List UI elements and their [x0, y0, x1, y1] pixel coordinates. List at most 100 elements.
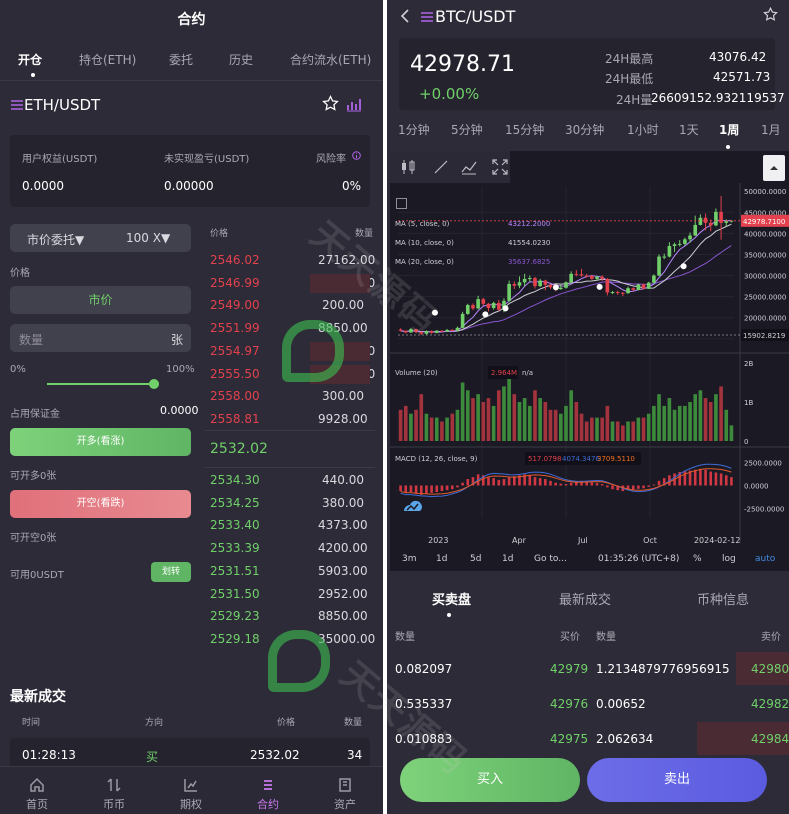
book-tab-orderbook[interactable]: 买卖盘 — [432, 589, 471, 608]
volume-bar — [703, 398, 708, 441]
tab-orders[interactable]: 委托 — [169, 51, 193, 68]
candle-body — [559, 287, 563, 290]
quantity-field[interactable]: 数量 张 — [10, 324, 191, 352]
ask-price[interactable]: 2555.50 — [210, 367, 260, 381]
candle-body — [708, 222, 713, 226]
chart-toolbar-item[interactable]: Go to... — [534, 554, 567, 564]
ask-price[interactable]: 2554.97 — [210, 344, 260, 358]
leverage-slider[interactable] — [47, 383, 155, 385]
ask-price[interactable]: 2558.81 — [210, 412, 260, 426]
nav-options[interactable]: 期权 — [166, 767, 216, 814]
interval-tab[interactable]: 1天 — [679, 121, 699, 138]
candle-body — [522, 278, 527, 283]
ask-price[interactable]: 2546.02 — [210, 253, 260, 267]
chart-area[interactable]: 50000.0000 45000.0000 40000.0000 35000.0000… — [390, 151, 789, 571]
legend-collapse-icon[interactable] — [396, 198, 407, 209]
bid-price[interactable]: 2531.50 — [210, 587, 260, 601]
chart-toolbar-item[interactable]: log — [722, 554, 736, 564]
chart-toolbar-item[interactable]: 5d — [470, 554, 481, 564]
chart-toolbar-item[interactable]: % — [693, 554, 702, 564]
volume-bar — [533, 390, 537, 441]
ma5-value: 43212.2000 — [508, 220, 551, 228]
options-icon — [184, 779, 197, 792]
tab-ledger[interactable]: 合约流水(ETH) — [290, 51, 371, 68]
bid-price[interactable]: 42979 — [550, 662, 588, 676]
marker-dot — [482, 311, 489, 318]
tab-positions[interactable]: 持仓(ETH) — [79, 51, 136, 68]
bid-price[interactable]: 2529.23 — [210, 609, 260, 623]
interval-tab[interactable]: 5分钟 — [451, 121, 483, 138]
collapse-toolbar-button[interactable] — [763, 155, 785, 181]
chart-toolbar-item[interactable]: 1d — [502, 554, 513, 564]
interval-tab[interactable]: 15分钟 — [505, 121, 544, 138]
interval-tab[interactable]: 1周 — [719, 121, 739, 138]
open-short-button[interactable]: 开空(看跌) — [10, 490, 191, 518]
back-icon[interactable] — [400, 9, 410, 23]
pair-name[interactable]: ETH/USDT — [24, 96, 100, 114]
transfer-button[interactable]: 划转 — [151, 562, 191, 582]
bid-price[interactable]: 2534.30 — [210, 473, 260, 487]
ask-price[interactable]: 2551.99 — [210, 321, 260, 335]
bid-price[interactable]: 2529.18 — [210, 632, 260, 646]
volume-bar — [667, 398, 672, 441]
book-tab-info[interactable]: 币种信息 — [697, 589, 749, 608]
open-long-button[interactable]: 开多(看涨) — [10, 428, 191, 456]
price-mode-field[interactable]: 市价 — [10, 286, 191, 314]
bid-price[interactable]: 2533.40 — [210, 518, 260, 532]
bid-price[interactable]: 42975 — [550, 732, 588, 746]
pair-name[interactable]: BTC/USDT — [435, 7, 515, 26]
x-axis-label: 2024-02-12 — [694, 536, 741, 545]
interval-tab[interactable]: 30分钟 — [565, 121, 604, 138]
bid-price[interactable]: 2533.39 — [210, 541, 260, 555]
book-tab-trades[interactable]: 最新成交 — [559, 589, 611, 608]
ask-price[interactable]: 2558.00 — [210, 389, 260, 403]
price-card: 42978.71 +0.00% 24H最高 43076.42 24H最低 425… — [399, 38, 785, 110]
ask-price[interactable]: 42984 — [751, 732, 789, 746]
candle-body — [496, 302, 501, 310]
volume-bar — [559, 413, 563, 441]
macd-hist-bar — [606, 485, 609, 488]
equity-value: 0.0000 — [22, 179, 64, 193]
ask-price[interactable]: 2546.99 — [210, 276, 260, 290]
sell-button[interactable]: 卖出 — [587, 758, 767, 802]
macd-hist-bar — [544, 479, 547, 486]
info-icon[interactable] — [352, 151, 361, 160]
nav-home[interactable]: 首页 — [12, 767, 62, 814]
chart-icon[interactable] — [346, 96, 362, 112]
margin-value: 0.0000 — [160, 404, 199, 417]
volume-bar — [579, 413, 584, 441]
bid-price[interactable]: 2534.25 — [210, 496, 260, 510]
ask-price[interactable]: 2549.00 — [210, 298, 260, 312]
chart-toolbar-item[interactable]: 1d — [436, 554, 447, 564]
star-icon[interactable] — [763, 7, 778, 22]
star-icon[interactable] — [322, 95, 339, 112]
pair-menu-icon[interactable] — [420, 10, 434, 24]
nav-spot[interactable]: 币币 — [89, 767, 139, 814]
order-type-select[interactable]: 市价委托▼ 100 X▼ — [10, 224, 191, 252]
nav-contract[interactable]: 合约 — [243, 767, 293, 814]
chart-toolbar-item[interactable]: 3m — [402, 554, 417, 564]
pair-menu-icon[interactable] — [10, 98, 24, 112]
fullscreen-icon[interactable] — [491, 158, 509, 176]
tab-history[interactable]: 历史 — [229, 51, 253, 68]
tab-open[interactable]: 开仓 — [18, 51, 42, 68]
divider — [0, 80, 383, 81]
interval-tab[interactable]: 1月 — [761, 121, 781, 138]
slider-handle[interactable] — [149, 379, 159, 389]
chart-toolbar-item[interactable]: auto — [755, 554, 775, 564]
table-row: 01:28:13 买 2532.02 34 — [10, 738, 370, 768]
draw-tool-icon[interactable] — [432, 158, 450, 176]
ask-price[interactable]: 42980 — [751, 662, 789, 676]
candle-body — [595, 276, 599, 279]
bid-qty: 4373.00 — [318, 518, 368, 533]
bid-price[interactable]: 2531.51 — [210, 564, 260, 578]
interval-tab[interactable]: 1分钟 — [398, 121, 430, 138]
interval-tab[interactable]: 1小时 — [627, 121, 659, 138]
candle-type-icon[interactable] — [399, 158, 417, 176]
indicators-icon[interactable] — [460, 158, 478, 176]
bid-price[interactable]: 42976 — [550, 697, 588, 711]
nav-assets[interactable]: 资产 — [320, 767, 370, 814]
ask-price[interactable]: 42982 — [751, 697, 789, 711]
macd-hist-bar — [399, 485, 402, 492]
leverage-value[interactable]: 100 X▼ — [126, 231, 170, 245]
